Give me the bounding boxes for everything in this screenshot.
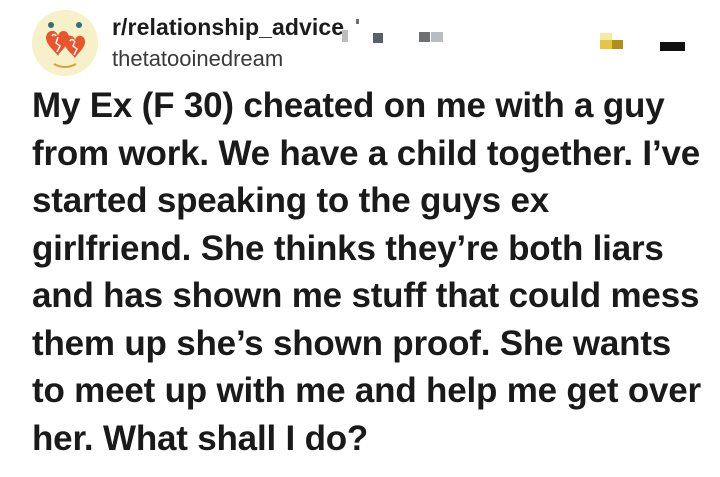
- subreddit-hearts-avatar-icon: [32, 10, 98, 76]
- subreddit-name[interactable]: r/relationship_advice: [112, 14, 344, 41]
- redaction-mark: [600, 33, 612, 40]
- redaction-mark: [431, 32, 443, 42]
- redaction-mark: [373, 33, 383, 43]
- post-title[interactable]: My Ex (F 30) cheated on me with a guy fr…: [32, 82, 704, 462]
- post-author[interactable]: thetatooinedream: [112, 46, 283, 72]
- redaction-mark: [342, 30, 348, 42]
- redaction-mark: [419, 32, 430, 42]
- post-header: r/relationship_advice thetatooinedream: [32, 10, 692, 78]
- redaction-mark: [600, 40, 612, 49]
- subreddit-avatar[interactable]: [32, 10, 98, 76]
- redaction-mark: [356, 19, 359, 24]
- redaction-mark: [660, 42, 685, 51]
- redaction-mark: [612, 40, 623, 49]
